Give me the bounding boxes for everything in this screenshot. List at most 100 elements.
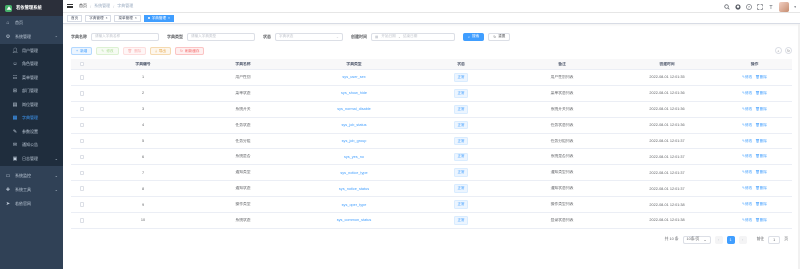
refresh-cache-button[interactable]: ↻ 刷新缓存	[175, 47, 205, 55]
row-delete-button[interactable]: 🗑︎删除	[755, 154, 767, 158]
dict-type-link[interactable]: sys_notice_type	[340, 171, 367, 175]
row-checkbox[interactable]	[71, 91, 93, 96]
question-icon[interactable]: ?	[746, 3, 753, 10]
close-icon[interactable]: ×	[135, 16, 137, 20]
refresh-icon[interactable]: ↻	[785, 47, 792, 54]
row-checkbox[interactable]	[71, 154, 93, 160]
sidebar-item-posts[interactable]: ▤ 岗位管理	[0, 98, 63, 112]
tag-dict-manage[interactable]: 字典管理 ×	[85, 14, 112, 22]
row-delete-button[interactable]: 🗑︎删除	[755, 107, 767, 111]
sidebar-item-config[interactable]: ✎ 参数设置	[0, 125, 63, 139]
font-size-icon[interactable]: T	[768, 4, 774, 9]
status-select[interactable]: 字典状态 ⌄	[275, 32, 343, 41]
row-checkbox[interactable]	[71, 202, 93, 207]
row-checkbox[interactable]	[71, 122, 93, 128]
system-submenu: 👤︎ 用户管理 ☺ 角色管理 ☷ 菜单管理 ⊞ 部门管理 ▤ 岗位管理 ▦ 字典…	[0, 44, 63, 166]
row-edit-button[interactable]: ✎修改	[742, 186, 752, 190]
row-delete-button[interactable]: 🗑︎删除	[755, 186, 767, 190]
cell-dict-type: sys_oper_type	[293, 203, 415, 207]
sidebar-item-logs[interactable]: ▣ 日志管理 ⌄	[0, 152, 63, 166]
sidebar-item-home[interactable]: ⌂ 首页	[0, 16, 63, 30]
row-delete-button[interactable]: 🗑︎删除	[755, 75, 767, 79]
sidebar-item-monitor[interactable]: ▭ 系统监控 ⌄	[0, 169, 63, 183]
sidebar-item-notice[interactable]: ✉ 通知公告	[0, 139, 63, 153]
next-page-button[interactable]: ›	[738, 235, 747, 244]
row-edit-button[interactable]: ✎修改	[742, 154, 752, 158]
close-icon[interactable]: ×	[106, 16, 108, 20]
breadcrumb-home[interactable]: 首页	[79, 3, 87, 9]
hamburger-icon[interactable]	[67, 3, 73, 9]
tag-dict-active[interactable]: 字典管理 ×	[143, 14, 174, 22]
delete-button[interactable]: 🗑︎ 删除	[122, 47, 147, 55]
row-checkbox[interactable]	[71, 106, 93, 112]
dict-type-link[interactable]: sys_normal_disable	[337, 107, 371, 111]
cell-dict-name: 任务状态	[235, 122, 251, 127]
page-button[interactable]: 1	[726, 235, 735, 244]
cell-remark: 任务分组列表	[550, 138, 574, 143]
sidebar-item-system[interactable]: ⚙ 系统管理 ⌃	[0, 30, 63, 44]
date-range-picker[interactable]: ▦ 开始日期 - 结束日期	[371, 32, 455, 41]
dict-type-link[interactable]: sys_notice_status	[339, 187, 369, 191]
row-checkbox[interactable]	[71, 138, 93, 144]
row-checkbox[interactable]	[71, 186, 93, 191]
page-size-select[interactable]: 10条/页 ⌄	[682, 235, 711, 244]
tag-menu-manage[interactable]: 菜单管理 ×	[114, 14, 141, 22]
close-icon[interactable]: ×	[168, 16, 170, 20]
sidebar-item-dict[interactable]: ▦ 字典管理	[0, 112, 63, 126]
reset-button[interactable]: ↻ 重置	[488, 32, 511, 41]
row-edit-button[interactable]: ✎修改	[742, 202, 752, 206]
row-checkbox[interactable]	[71, 75, 93, 80]
logo[interactable]: 若依管理系统	[0, 0, 63, 16]
sidebar-item-tools[interactable]: ✚ 系统工具 ⌄	[0, 183, 63, 197]
sidebar-item-menus[interactable]: ☷ 菜单管理	[0, 71, 63, 85]
row-edit-button[interactable]: ✎修改	[742, 75, 752, 79]
dict-type-link[interactable]: sys_job_status	[341, 123, 366, 127]
cell-dict-name: 系统开关	[235, 106, 251, 111]
dict-type-link[interactable]: sys_job_group	[342, 139, 367, 143]
prev-page-button[interactable]: ‹	[714, 235, 723, 244]
table-body: 1 用户性别 sys_user_sex 正常 用户性别列表 2022-08-01 12:0…	[71, 70, 792, 229]
op-label: 删除	[759, 154, 767, 159]
goto-label: 前往	[756, 237, 765, 241]
sidebar-item-depts[interactable]: ⊞ 部门管理	[0, 85, 63, 99]
dict-name-input[interactable]: 请输入字典名称	[91, 32, 159, 41]
select-all-checkbox[interactable]	[71, 61, 93, 67]
dict-type-input[interactable]: 请输入字典类型	[187, 32, 255, 41]
avatar[interactable]	[779, 1, 790, 12]
tag-home[interactable]: 首页	[67, 14, 83, 22]
export-button[interactable]: ⤓ 导出	[150, 47, 172, 55]
search-button[interactable]: ⌕ 搜索	[463, 32, 485, 41]
row-delete-button[interactable]: 🗑︎删除	[755, 170, 767, 174]
row-edit-button[interactable]: ✎修改	[742, 107, 752, 111]
edit-button[interactable]: ✎ 修改	[96, 47, 119, 55]
dict-type-link[interactable]: sys_yes_no	[344, 155, 364, 159]
row-delete-button[interactable]: 🗑︎删除	[755, 218, 767, 222]
row-delete-button[interactable]: 🗑︎删除	[755, 139, 767, 143]
row-checkbox[interactable]	[71, 218, 93, 223]
right-toolbar: ⌕ ↻	[775, 47, 792, 54]
row-delete-button[interactable]: 🗑︎删除	[755, 123, 767, 127]
breadcrumb-dict: 字典管理	[117, 3, 134, 8]
search-icon[interactable]	[724, 3, 730, 10]
row-delete-button[interactable]: 🗑︎删除	[755, 91, 767, 95]
row-checkbox[interactable]	[71, 170, 93, 176]
row-edit-button[interactable]: ✎修改	[742, 170, 752, 174]
dict-type-link[interactable]: sys_common_status	[337, 218, 372, 222]
row-delete-button[interactable]: 🗑︎删除	[755, 202, 767, 206]
row-edit-button[interactable]: ✎修改	[742, 91, 752, 95]
row-edit-button[interactable]: ✎修改	[742, 218, 752, 222]
sidebar-item-users[interactable]: 👤︎ 用户管理	[0, 44, 63, 58]
dict-type-link[interactable]: sys_user_sex	[342, 75, 365, 79]
add-button[interactable]: + 新增	[71, 47, 93, 55]
dict-type-link[interactable]: sys_show_hide	[341, 91, 367, 95]
toggle-search-icon[interactable]: ⌕	[775, 47, 782, 54]
dict-type-link[interactable]: sys_oper_type	[342, 203, 367, 207]
caret-down-icon[interactable]: ▾	[794, 5, 796, 9]
github-icon[interactable]	[735, 3, 741, 10]
sidebar-item-website[interactable]: ➤ 若依官网	[0, 197, 63, 211]
row-edit-button[interactable]: ✎修改	[742, 139, 752, 143]
sidebar-item-roles[interactable]: ☺ 角色管理	[0, 58, 63, 72]
row-edit-button[interactable]: ✎修改	[742, 123, 752, 127]
fullscreen-icon[interactable]	[757, 3, 763, 10]
goto-page-input[interactable]: 1	[768, 235, 781, 244]
